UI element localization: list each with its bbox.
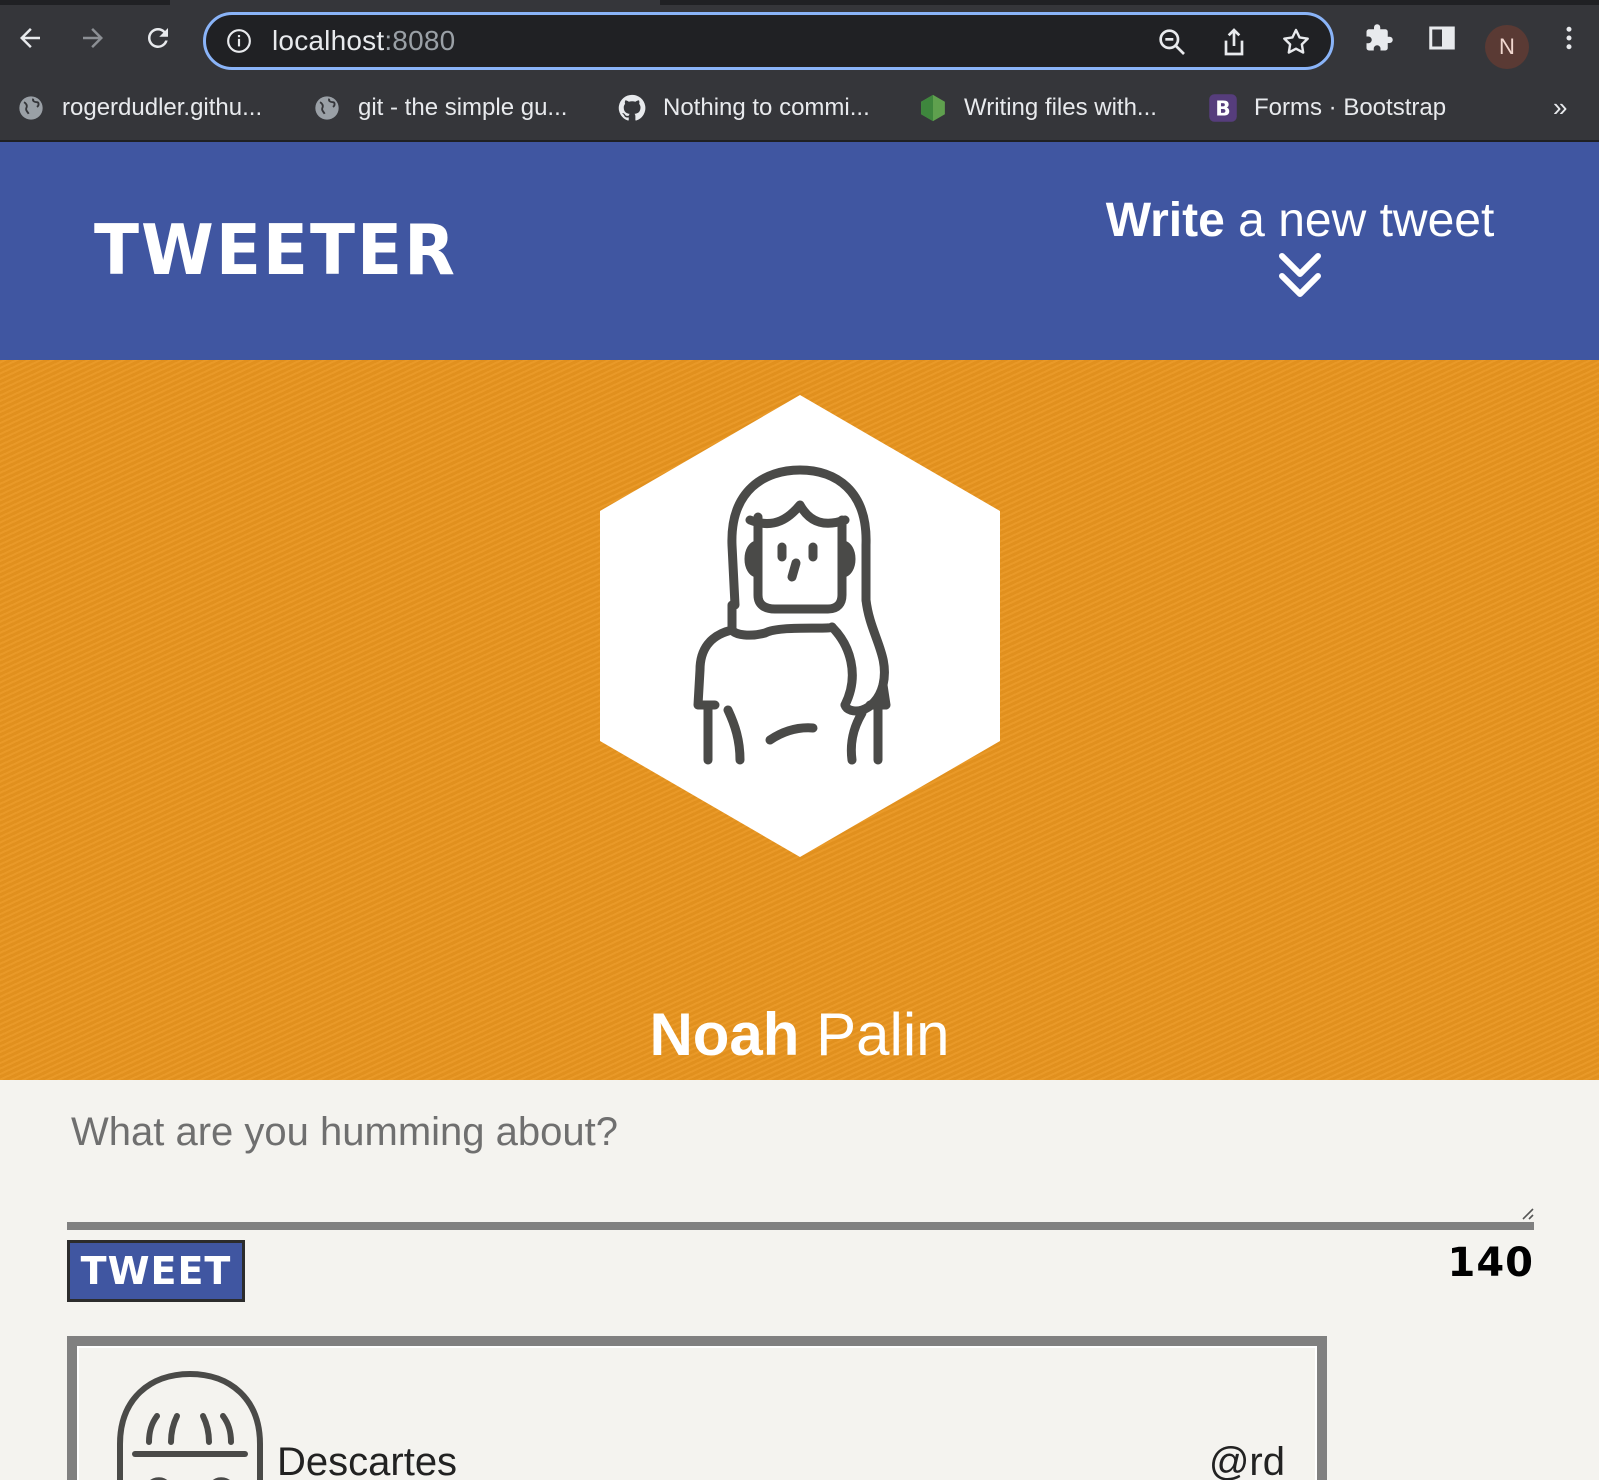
- arrow-right-icon: [83, 28, 103, 48]
- browser-chrome: localhost:8080 N rogerdudler.githu... gi…: [0, 0, 1599, 142]
- bookmark-writing-files[interactable]: Writing files with...: [918, 86, 1157, 130]
- arrow-left-icon: [20, 28, 40, 48]
- tab-strip: [0, 0, 170, 5]
- character-counter: 140: [1447, 1240, 1534, 1286]
- double-chevron-down-icon[interactable]: [1278, 252, 1322, 300]
- bookmark-nothing-to-commit[interactable]: Nothing to commi...: [617, 86, 870, 130]
- address-bar[interactable]: localhost:8080: [203, 12, 1334, 70]
- write-new-tweet-label: Write a new tweet: [1080, 192, 1520, 250]
- bookmark-label: git - the simple gu...: [358, 94, 568, 121]
- nodejs-icon: [918, 93, 948, 123]
- svg-text:B: B: [1215, 97, 1230, 121]
- tweet-author-handle: @rd: [1208, 1440, 1285, 1480]
- side-panel-button[interactable]: [1422, 18, 1462, 58]
- bookmark-label: Forms · Bootstrap: [1254, 94, 1447, 121]
- tab-strip-right: [660, 0, 1599, 5]
- zoom-icon[interactable]: [1156, 26, 1188, 58]
- bookmark-label: Nothing to commi...: [663, 94, 870, 121]
- back-button[interactable]: [10, 18, 50, 58]
- info-icon[interactable]: [226, 28, 252, 54]
- write-label-rest: a new tweet: [1224, 194, 1495, 247]
- site-nav: TWEETER Write a new tweet: [0, 142, 1599, 360]
- browser-toolbar: localhost:8080 N: [0, 6, 1599, 76]
- tweet-text-input[interactable]: [67, 1100, 1534, 1220]
- menu-button[interactable]: [1549, 18, 1589, 58]
- tweet-author-avatar: [117, 1370, 263, 1480]
- url-port: :8080: [384, 25, 456, 56]
- star-icon[interactable]: [1280, 26, 1312, 58]
- profile-first-name: Noah: [649, 1001, 800, 1068]
- tweet-submit-button[interactable]: TWEET: [67, 1240, 245, 1302]
- globe-icon: [312, 93, 342, 123]
- profile-avatar-image: [600, 395, 1000, 857]
- profile-name: Noah Palin: [0, 1000, 1599, 1070]
- reload-icon: [147, 27, 168, 48]
- brand-logo[interactable]: TWEETER: [94, 210, 457, 291]
- bookmark-rogerdudler[interactable]: rogerdudler.githu...: [16, 86, 262, 130]
- puzzle-icon: [1366, 24, 1393, 51]
- globe-icon: [16, 93, 46, 123]
- tweet-input-underline: [67, 1222, 1534, 1230]
- reload-button[interactable]: [138, 18, 178, 58]
- url-host: localhost: [272, 25, 385, 56]
- github-icon: [617, 93, 647, 123]
- bookmark-forms-bootstrap[interactable]: B Forms · Bootstrap: [1208, 86, 1446, 130]
- bookmark-label: rogerdudler.githu...: [62, 94, 263, 121]
- bookmark-git-simple-guide[interactable]: git - the simple gu...: [312, 86, 567, 130]
- tweet-card: Descartes @rd: [67, 1336, 1327, 1480]
- kebab-menu-icon: [1566, 26, 1572, 50]
- extensions-button[interactable]: [1359, 18, 1399, 58]
- profile-banner: Noah Palin: [0, 360, 1599, 1080]
- write-new-tweet-toggle[interactable]: Write a new tweet: [1080, 192, 1520, 300]
- profile-last-name: Palin: [799, 1001, 950, 1068]
- resize-handle-icon[interactable]: [1518, 1204, 1534, 1220]
- write-label-bold: Write: [1105, 194, 1225, 247]
- side-panel-icon: [1429, 26, 1455, 50]
- forward-button[interactable]: [73, 18, 113, 58]
- tweet-card-inner: Descartes @rd: [77, 1346, 1317, 1480]
- profile-avatar[interactable]: N: [1485, 25, 1529, 69]
- bootstrap-icon: B: [1208, 93, 1238, 123]
- bookmarks-bar: rogerdudler.githu... git - the simple gu…: [0, 82, 1599, 138]
- share-icon[interactable]: [1218, 26, 1250, 58]
- bookmark-label: Writing files with...: [964, 94, 1157, 121]
- url-text[interactable]: localhost:8080: [272, 25, 455, 57]
- new-tweet-form: TWEET 140: [67, 1100, 1534, 1302]
- tweet-author-name: Descartes: [277, 1440, 458, 1480]
- bookmarks-overflow-button[interactable]: »: [1553, 92, 1567, 123]
